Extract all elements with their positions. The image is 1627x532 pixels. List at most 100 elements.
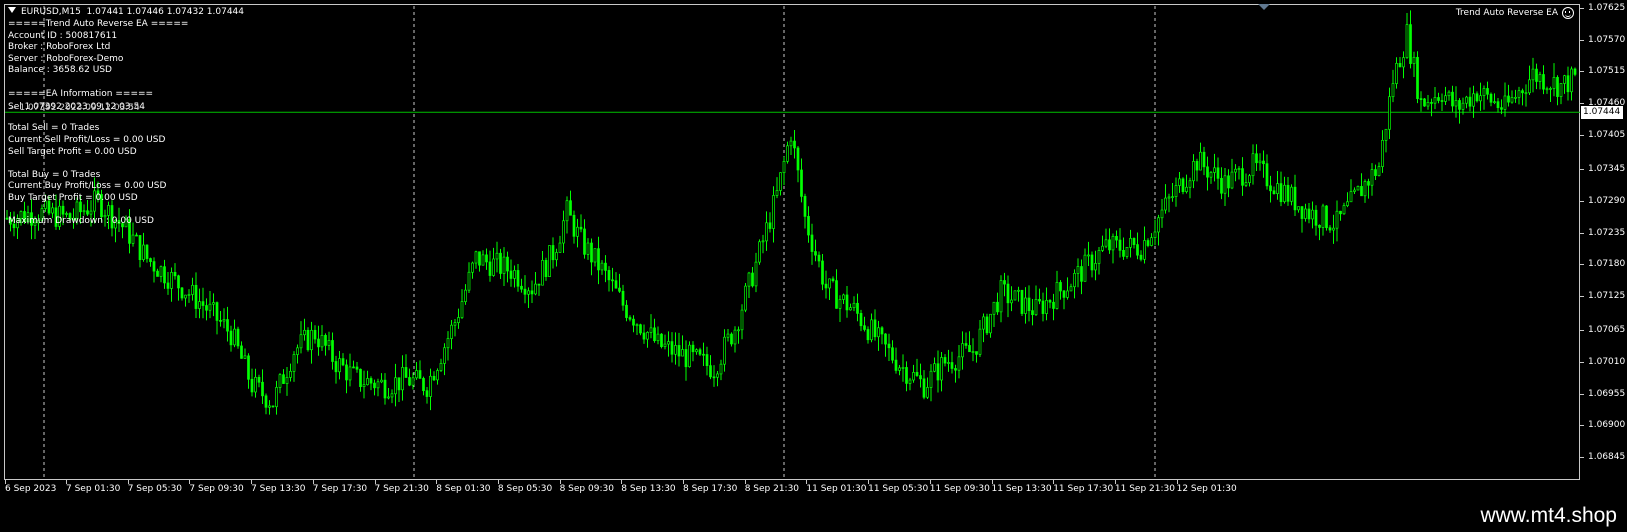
candle [628, 315, 632, 322]
price-tick-label: 1.07235 [1588, 227, 1626, 238]
candle [226, 306, 229, 342]
candle [551, 237, 555, 269]
candle-body [82, 210, 86, 213]
candle-body [509, 270, 513, 279]
candle-body [159, 266, 163, 277]
candle [852, 296, 856, 312]
chart-plot[interactable] [0, 0, 1627, 532]
candle-body [401, 367, 404, 391]
candle-body [1328, 227, 1332, 231]
candle-body [726, 333, 730, 338]
candle [509, 259, 513, 287]
time-tick-label: 8 Sep 17:30 [683, 484, 738, 494]
candle [1398, 56, 1402, 68]
candle-body [131, 234, 135, 244]
candle-body [1503, 95, 1507, 110]
candle-body [1307, 208, 1311, 220]
candle [611, 267, 614, 292]
candle-body [205, 305, 208, 311]
candle [1353, 187, 1356, 195]
expert-advisor-badge[interactable]: Trend Auto Reverse EA [1456, 7, 1574, 19]
candle [1062, 290, 1066, 310]
candle [1048, 299, 1052, 309]
dropdown-arrow-icon[interactable] [8, 7, 16, 13]
candle-body [957, 356, 961, 371]
candle [1150, 233, 1153, 247]
candle-body [1374, 169, 1377, 176]
candle-body [982, 316, 985, 330]
candle [1034, 285, 1038, 316]
candle [1220, 167, 1223, 200]
candle-body [950, 362, 954, 369]
candle [1447, 90, 1451, 101]
candle-body [523, 288, 527, 295]
candle [1458, 98, 1461, 124]
candle [264, 393, 268, 415]
chart-window[interactable]: EURUSD,M15 1.07441 1.07446 1.07432 1.074… [0, 0, 1627, 532]
candle [1335, 200, 1339, 242]
candle [334, 355, 338, 384]
candle [530, 280, 534, 304]
footer-bar [0, 500, 1627, 532]
candle [733, 326, 737, 353]
time-tick-label: 11 Sep 01:30 [806, 484, 867, 494]
candle [971, 338, 975, 362]
candle-body [863, 325, 866, 330]
candle-body [828, 278, 831, 289]
candle [474, 250, 478, 269]
candle-body [1538, 74, 1542, 82]
candle-body [1461, 102, 1465, 110]
candle [1209, 170, 1213, 184]
candle [663, 334, 667, 350]
candle-body [1209, 172, 1213, 178]
candle [1349, 179, 1353, 203]
candle-body [842, 294, 845, 300]
candle-body [418, 370, 422, 379]
candle-body [1325, 205, 1328, 229]
candle [1202, 146, 1206, 176]
candle [768, 212, 772, 233]
candle-body [1297, 206, 1300, 211]
candle [891, 340, 894, 364]
candle [1272, 186, 1276, 195]
candle-body [975, 351, 978, 355]
candle [635, 323, 639, 336]
candle [838, 295, 842, 323]
candle [355, 362, 359, 373]
symbol-header[interactable]: EURUSD,M15 1.07441 1.07446 1.07432 1.074… [8, 6, 244, 18]
candle [152, 257, 156, 283]
candle [922, 370, 926, 400]
candle-body [646, 332, 649, 340]
candle-body [1171, 196, 1174, 198]
candle-body [961, 343, 964, 358]
chart-shift-marker-icon[interactable] [1258, 4, 1270, 10]
candle-body [180, 287, 184, 299]
candle-body [303, 329, 306, 336]
candle-body [404, 367, 408, 378]
candle [212, 293, 215, 317]
candle-body [1045, 299, 1048, 314]
candle-body [723, 336, 726, 365]
price-tick-mark [1580, 264, 1584, 266]
candle-body [530, 290, 534, 295]
candle [1451, 85, 1454, 112]
candle-body [572, 214, 576, 237]
candle [1328, 225, 1332, 233]
candle-body [1486, 88, 1489, 95]
candle [1363, 179, 1367, 203]
candle [1517, 86, 1521, 105]
candle-body [1188, 180, 1192, 188]
candle-body [1115, 235, 1118, 241]
candle-body [1136, 244, 1139, 256]
candle [229, 325, 233, 352]
candle [338, 351, 341, 380]
candle-body [1437, 97, 1440, 101]
candle [1503, 82, 1507, 117]
candle-body [457, 317, 460, 323]
candle [1433, 87, 1437, 110]
candle [306, 327, 310, 352]
candle [614, 272, 618, 289]
candle-body [1146, 240, 1150, 246]
candle [1563, 74, 1566, 94]
candle-body [1521, 90, 1524, 94]
